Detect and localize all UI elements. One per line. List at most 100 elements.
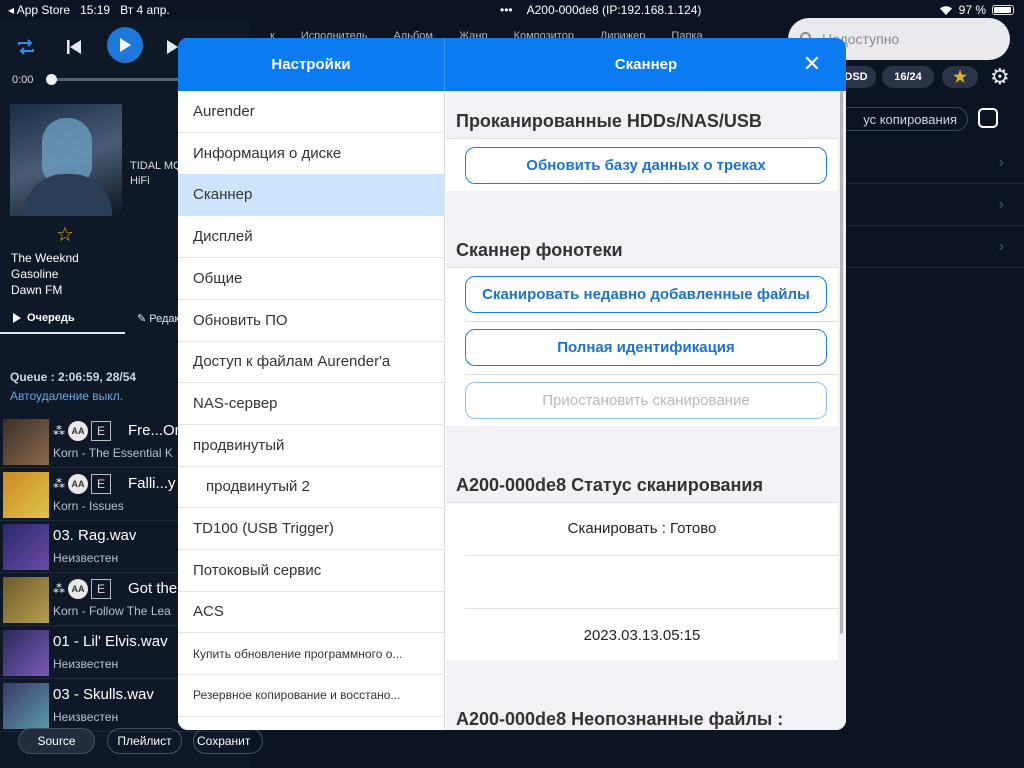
album-title: Dawn FM (11, 283, 63, 297)
settings-menu-item[interactable]: Дисплей (178, 216, 445, 259)
settings-menu-item[interactable]: Доступ к файлам Aurender'a (178, 341, 445, 384)
settings-menu-item[interactable]: продвинутый 2 (178, 466, 445, 509)
track-badges: ⁂ AA E (53, 579, 111, 600)
divider (465, 555, 838, 556)
list-item[interactable]: › (846, 184, 1024, 226)
scanner-title: Сканнер (614, 56, 678, 73)
repeat-icon[interactable] (16, 38, 36, 56)
library-scanner-cell: Сканировать недавно добавленные файлы По… (446, 267, 838, 426)
scanner-pane: Проканированные HDDs/NAS/USB Обновить ба… (446, 91, 846, 730)
divider (465, 321, 838, 322)
tidal-icon: ⁂ (53, 476, 65, 491)
chevron-right-icon: › (998, 154, 1004, 171)
track-title: Falli...y (128, 474, 176, 492)
divider (465, 374, 838, 375)
wifi-icon (939, 5, 952, 15)
explicit-icon: E (91, 421, 111, 441)
artist-name: The Weeknd (11, 251, 79, 265)
progress-knob[interactable] (46, 74, 57, 85)
back-to-app-store[interactable]: ◂ App Store (8, 3, 70, 17)
queue-summary: Queue : 2:06:59, 28/54 (10, 370, 137, 384)
scan-recent-button[interactable]: Сканировать недавно добавленные файлы (465, 276, 827, 313)
scanned-drives-header: Проканированные HDDs/NAS/USB (456, 111, 762, 131)
track-subtitle: Неизвестен (53, 551, 119, 566)
settings-menu-item[interactable]: Обновить ПО (178, 300, 445, 342)
track-title: Gasoline (11, 267, 59, 281)
play-button[interactable] (107, 27, 143, 63)
track-thumbnail (3, 629, 49, 676)
mqa-icon: AA (68, 473, 88, 494)
divider (465, 608, 838, 609)
battery-icon (992, 5, 1014, 15)
settings-menu-item[interactable]: Информация о диске (178, 133, 445, 175)
settings-modal: Настройки Сканнер ✕ Aurender Информация о… (178, 38, 846, 730)
settings-menu-item[interactable]: Резервное копирование и восстано... (178, 675, 445, 717)
settings-menu-item[interactable]: Общие (178, 258, 445, 300)
multitask-dots[interactable]: ••• (500, 3, 513, 17)
favorites-star-icon[interactable]: ★ (942, 66, 978, 88)
quality-label: HiFi (130, 175, 150, 187)
scrollbar[interactable] (840, 91, 843, 634)
bitdepth-filter-chip[interactable]: 16/24 (882, 66, 934, 88)
explicit-icon: E (91, 473, 111, 494)
chevron-right-icon: › (998, 238, 1004, 255)
cover-art-shoulders (24, 174, 112, 216)
mqa-icon: AA (68, 579, 88, 600)
pause-scan-button[interactable]: Приостановить сканирование (465, 382, 827, 419)
settings-menu-item[interactable]: TD100 (USB Trigger) (178, 508, 445, 550)
track-title: Fre...Or (128, 422, 180, 439)
track-badges: ⁂ AA E (53, 473, 111, 494)
settings-menu-item[interactable]: продвинутый (178, 425, 445, 467)
select-square-icon[interactable] (978, 108, 998, 128)
tab-queue[interactable]: Очередь (12, 312, 75, 324)
copy-status-button[interactable]: ус копирования (826, 107, 968, 131)
scanned-drives-cell: Обновить базу данных о треках (446, 138, 838, 191)
list-item[interactable]: › (846, 226, 1024, 268)
next-track-icon[interactable] (166, 38, 178, 56)
mqa-icon: AA (68, 421, 88, 441)
settings-menu-item[interactable]: Сканнер (178, 174, 445, 217)
settings-menu: Aurender Информация о диске Сканнер Дисплей… (178, 91, 445, 730)
chevron-right-icon: › (998, 196, 1004, 213)
track-subtitle: Korn - Follow The Lea (53, 604, 171, 619)
play-icon (120, 38, 131, 52)
settings-menu-item[interactable]: Купить обновление программного о... (178, 633, 445, 676)
album-cover[interactable] (10, 104, 122, 216)
list-item[interactable]: › (846, 142, 1024, 184)
explicit-icon: E (91, 579, 111, 600)
track-title: 03. Rag.wav (53, 527, 137, 545)
library-scanner-header: Сканнер фонотеки (456, 240, 623, 260)
track-thumbnail (3, 524, 49, 571)
scan-status-text: Сканировать : Готово (567, 520, 717, 537)
track-title: Got the (128, 580, 178, 598)
tab-queue-label: Очередь (27, 312, 75, 324)
source-label: TIDAL MQ (130, 160, 182, 172)
auto-delete-toggle[interactable]: Автоудаление выкл. (10, 389, 123, 403)
date: Вт 4 апр. (120, 3, 170, 17)
full-identification-button[interactable]: Полная идентификация (465, 329, 827, 366)
gear-icon[interactable]: ⚙ (990, 64, 1010, 90)
update-database-button[interactable]: Обновить базу данных о треках (465, 147, 827, 184)
unknown-files-header: A200-000de8 Неопознанные файлы : (456, 709, 784, 729)
save-button[interactable]: Сохранит (193, 728, 263, 754)
playlist-button[interactable]: Плейлист (107, 728, 182, 754)
settings-menu-item[interactable]: Потоковый сервис (178, 550, 445, 592)
tidal-icon: ⁂ (53, 424, 65, 438)
elapsed-time: 0:00 (12, 74, 34, 86)
scan-status-header: A200-000de8 Статус сканирования (456, 475, 763, 495)
track-title: 03 - Skulls.wav (53, 685, 154, 703)
settings-title: Настройки (178, 38, 445, 91)
track-thumbnail (3, 577, 49, 624)
clock: 15:19 (80, 3, 111, 17)
status-bar: ◂ App Store 15:19 Вт 4 апр. ••• A200-000… (0, 0, 1024, 20)
previous-track-icon[interactable] (64, 38, 84, 56)
settings-menu-item[interactable]: NAS-сервер (178, 383, 445, 425)
source-button[interactable]: Source (18, 728, 95, 754)
settings-menu-item[interactable]: ACS (178, 591, 445, 634)
settings-menu-item[interactable]: Aurender (178, 91, 445, 133)
track-subtitle: Korn - The Essential K (53, 446, 173, 460)
favorite-star-icon[interactable]: ☆ (56, 222, 74, 247)
close-icon[interactable]: ✕ (800, 52, 824, 76)
track-subtitle: Неизвестен (53, 656, 119, 671)
active-tab-indicator (0, 332, 125, 334)
